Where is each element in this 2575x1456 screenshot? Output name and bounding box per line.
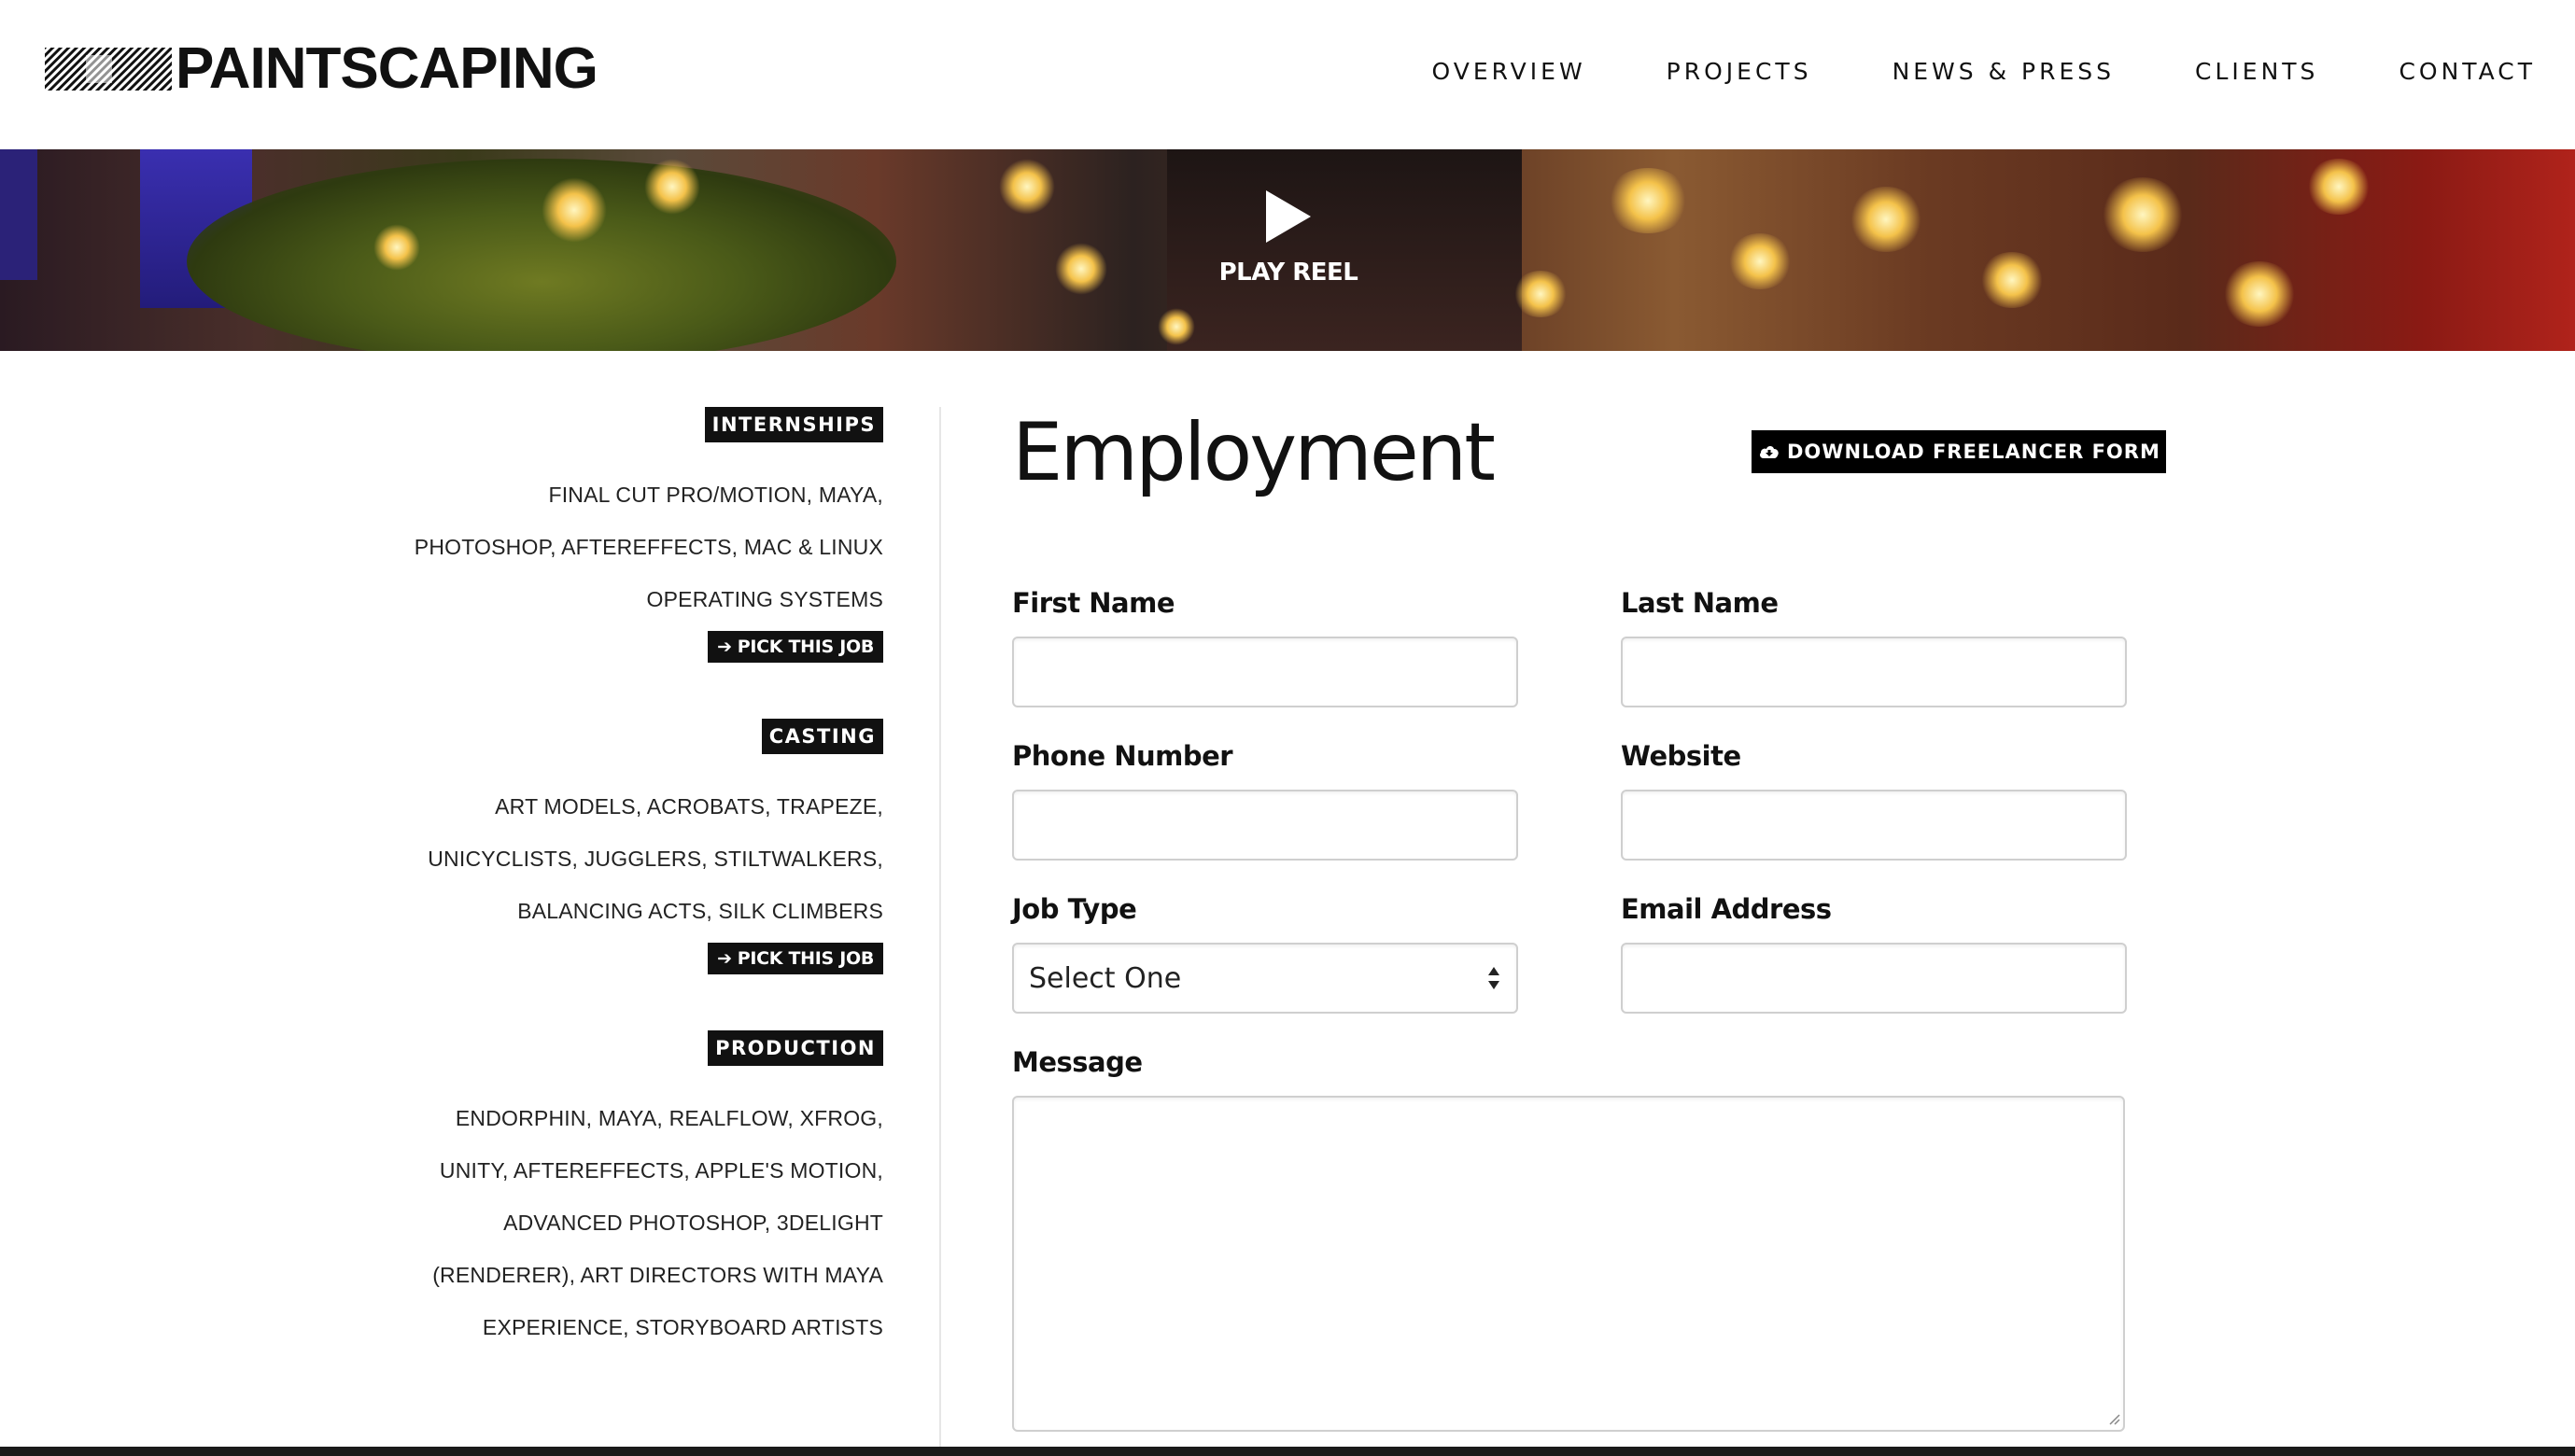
hero-light — [542, 177, 607, 243]
first-name-input[interactable] — [1012, 637, 1518, 707]
last-name-input[interactable] — [1621, 637, 2127, 707]
job-badge: CASTING — [761, 719, 883, 754]
job-description-line: UNICYCLISTS, JUGGLERS, STILTWALKERS, — [428, 847, 883, 871]
download-label: DOWNLOAD FREELANCER FORM — [1787, 441, 2160, 463]
brand-name: PAINTSCAPING — [176, 36, 598, 101]
arrow-right-icon: ➔ — [717, 948, 732, 969]
job-description: ENDORPHIN, MAYA, REALFLOW, XFROG, UNITY,… — [355, 1092, 883, 1353]
hero-bush — [187, 159, 896, 351]
job-description-line: UNITY, AFTEREFFECTS, APPLE'S MOTION, — [439, 1158, 883, 1183]
download-freelancer-form-button[interactable]: DOWNLOAD FREELANCER FORM — [1752, 430, 2166, 473]
jobs-sidebar: INTERNSHIPS FINAL CUT PRO/MOTION, MAYA, … — [355, 407, 883, 1409]
job-description-line: ENDORPHIN, MAYA, REALFLOW, XFROG, — [455, 1106, 883, 1130]
message-textarea[interactable] — [1012, 1096, 2125, 1432]
footer-edge — [0, 1447, 2575, 1456]
hero-light — [1727, 233, 1793, 289]
play-reel-button[interactable]: PLAY REEL — [1214, 187, 1363, 287]
last-name-label: Last Name — [1621, 587, 1779, 619]
hero-light — [1849, 187, 1923, 252]
phone-number-input[interactable] — [1012, 790, 1518, 861]
site-logo[interactable]: PAINTSCAPING — [45, 36, 598, 101]
hero-light — [1513, 271, 1569, 317]
hero-light — [2101, 177, 2185, 252]
site-header: PAINTSCAPING OVERVIEW PROJECTS NEWS & PR… — [0, 0, 2575, 149]
job-description: ART MODELS, ACROBATS, TRAPEZE, UNICYCLIS… — [355, 780, 883, 937]
job-type-selected: Select One — [1029, 961, 1182, 995]
job-internships: INTERNSHIPS FINAL CUT PRO/MOTION, MAYA, … — [355, 407, 883, 663]
hero-light — [2306, 159, 2371, 215]
select-arrows-icon — [1488, 967, 1499, 989]
hero-light — [373, 224, 420, 271]
phone-number-label: Phone Number — [1012, 740, 1233, 772]
main-nav: OVERVIEW PROJECTS NEWS & PRESS CLIENTS C… — [1432, 58, 2536, 86]
job-type-select[interactable]: Select One — [1012, 943, 1518, 1014]
pick-job-label: PICK THIS JOB — [737, 948, 875, 969]
nav-news-press[interactable]: NEWS & PRESS — [1893, 58, 2115, 86]
email-address-label: Email Address — [1621, 893, 1832, 925]
job-description-line: OPERATING SYSTEMS — [646, 587, 883, 611]
hero-banner: PLAY REEL — [0, 149, 2575, 351]
job-description-line: BALANCING ACTS, SILK CLIMBERS — [517, 899, 883, 923]
column-divider — [939, 407, 941, 1456]
nav-overview[interactable]: OVERVIEW — [1432, 58, 1586, 86]
page-title: Employment — [1012, 406, 1496, 499]
hero-light — [644, 159, 700, 215]
cloud-download-icon — [1760, 446, 1779, 458]
job-production: PRODUCTION ENDORPHIN, MAYA, REALFLOW, XF… — [355, 1030, 883, 1353]
job-description-line: ADVANCED PHOTOSHOP, 3DELIGHT — [503, 1211, 883, 1235]
website-input[interactable] — [1621, 790, 2127, 861]
email-address-input[interactable] — [1621, 943, 2127, 1014]
job-casting: CASTING ART MODELS, ACROBATS, TRAPEZE, U… — [355, 719, 883, 974]
job-badge: INTERNSHIPS — [704, 407, 883, 442]
job-description-line: FINAL CUT PRO/MOTION, MAYA, — [548, 483, 883, 507]
hero-light — [1606, 168, 1690, 233]
hero-light — [1979, 252, 2045, 308]
hero-light — [1158, 308, 1195, 345]
arrow-right-icon: ➔ — [717, 637, 732, 657]
play-reel-label: PLAY REEL — [1218, 259, 1358, 287]
nav-contact[interactable]: CONTACT — [2399, 58, 2536, 86]
job-description-line: (RENDERER), ART DIRECTORS WITH MAYA — [432, 1263, 883, 1287]
first-name-label: First Name — [1012, 587, 1175, 619]
nav-clients[interactable]: CLIENTS — [2195, 58, 2318, 86]
job-type-label: Job Type — [1012, 893, 1137, 925]
job-description-line: ART MODELS, ACROBATS, TRAPEZE, — [495, 794, 883, 819]
website-label: Website — [1621, 740, 1741, 772]
play-icon — [1266, 190, 1311, 243]
pick-job-label: PICK THIS JOB — [737, 637, 875, 657]
job-description-line: PHOTOSHOP, AFTEREFFECTS, MAC & LINUX — [414, 535, 883, 559]
pick-job-button[interactable]: ➔ PICK THIS JOB — [708, 631, 883, 663]
job-badge: PRODUCTION — [708, 1030, 883, 1066]
pick-job-button[interactable]: ➔ PICK THIS JOB — [708, 943, 883, 974]
hero-light — [2222, 261, 2297, 327]
hero-light — [1055, 243, 1107, 295]
message-label: Message — [1012, 1046, 1143, 1078]
resize-grip-icon[interactable] — [2106, 1411, 2121, 1426]
hero-window-left — [0, 149, 37, 280]
job-description-line: EXPERIENCE, STORYBOARD ARTISTS — [482, 1315, 883, 1339]
nav-projects[interactable]: PROJECTS — [1667, 58, 1812, 86]
logo-mark-icon — [45, 48, 172, 91]
job-description: FINAL CUT PRO/MOTION, MAYA, PHOTOSHOP, A… — [355, 469, 883, 625]
hero-light — [999, 159, 1055, 215]
